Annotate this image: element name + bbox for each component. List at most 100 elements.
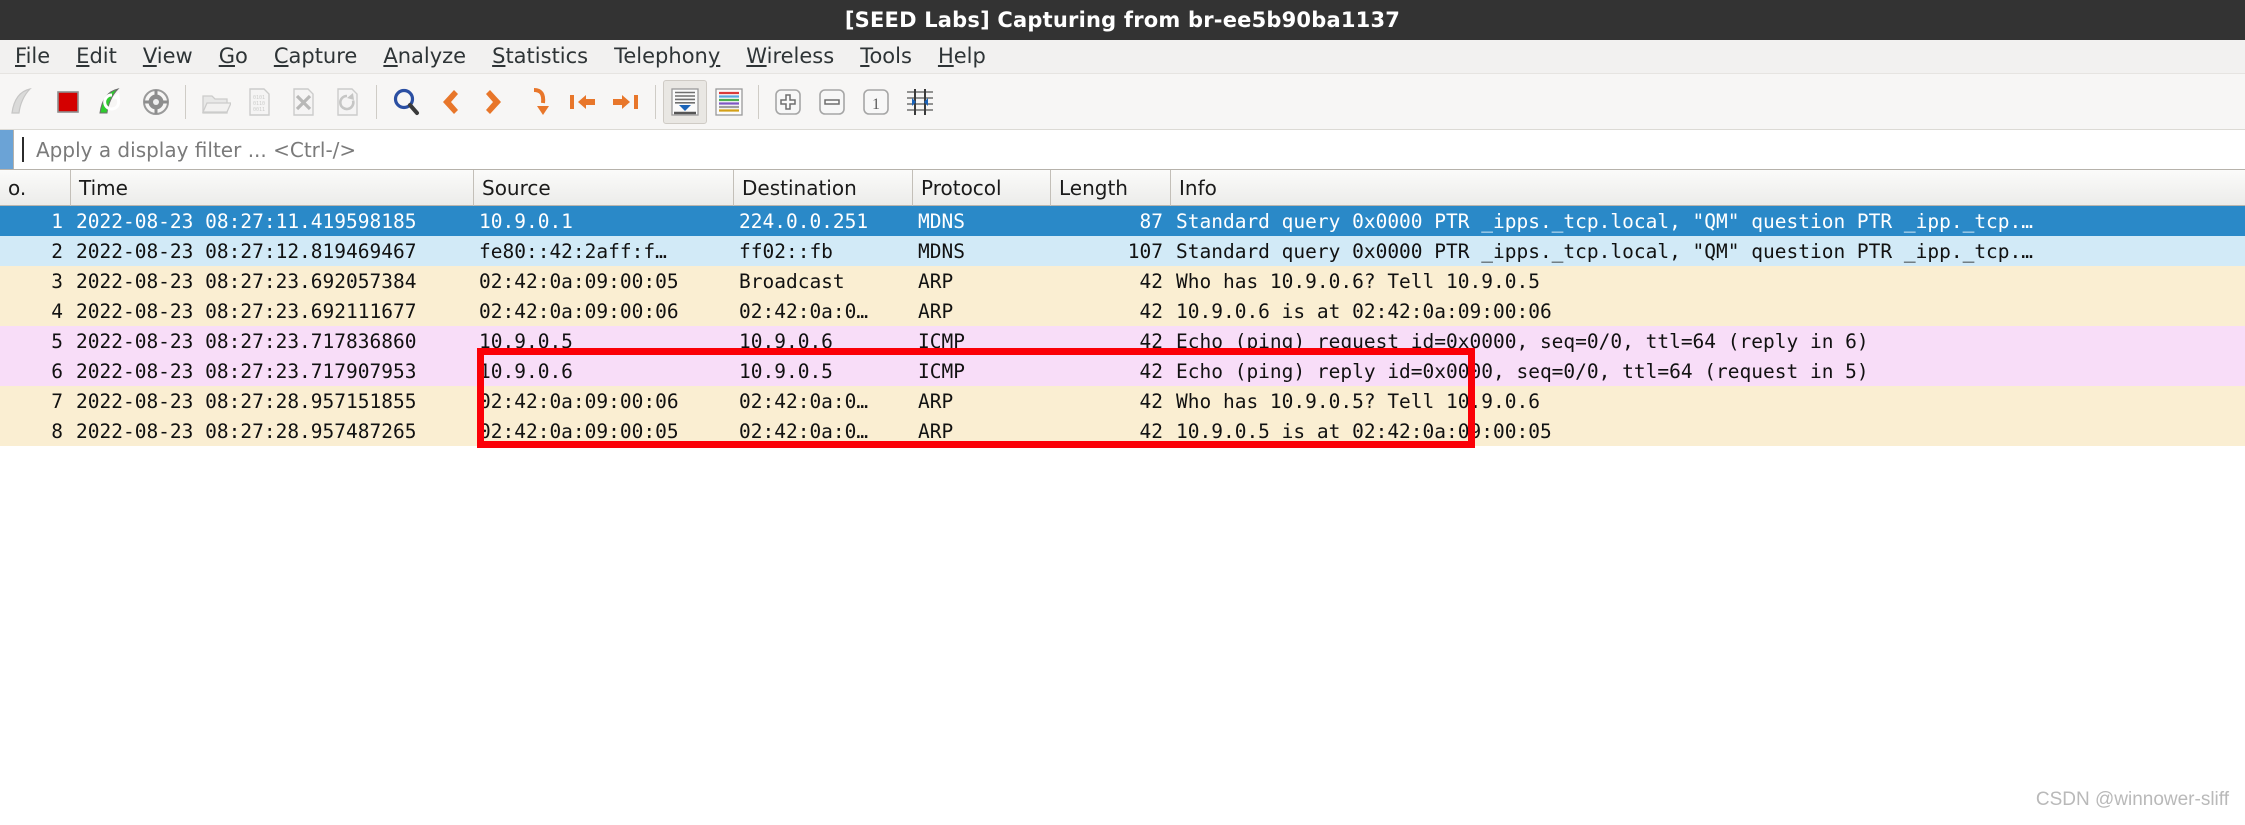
capture-options-icon[interactable]: [134, 80, 178, 124]
packet-cell-len: 42: [1139, 299, 1163, 323]
packet-cell-len: 87: [1139, 209, 1163, 233]
packet-cell-proto: MDNS: [918, 239, 965, 263]
packet-cell-info: Who has 10.9.0.6? Tell 10.9.0.5: [1176, 269, 1540, 293]
packet-cell-info: Standard query 0x0000 PTR _ipps._tcp.loc…: [1176, 209, 2034, 233]
watermark-text: CSDN @winnower-sliff: [2035, 789, 2229, 810]
packet-cell-no: 8: [51, 419, 63, 443]
packet-cell-proto: ICMP: [918, 359, 965, 383]
packet-row[interactable]: 5 2022-08-23 08:27:23.717836860 10.9.0.5 10…: [0, 326, 2245, 356]
packet-row[interactable]: 2 2022-08-23 08:27:12.819469467 fe80::42:2…: [0, 236, 2245, 266]
auto-scroll-icon[interactable]: [663, 79, 707, 124]
packet-cell-time: 2022-08-23 08:27:23.717836860: [76, 329, 417, 353]
packet-row[interactable]: 4 2022-08-23 08:27:23.692111677 02:42:0a:0…: [0, 296, 2245, 326]
go-forward-icon[interactable]: [472, 80, 516, 124]
packet-cell-dst: 10.9.0.6: [739, 329, 833, 353]
packet-cell-len: 42: [1139, 419, 1163, 443]
main-toolbar: 0101 0110 0011 1: [0, 74, 2245, 130]
packet-list-rows: 1 2022-08-23 08:27:11.419598185 10.9.0.1 22…: [0, 206, 2245, 446]
packet-cell-proto: ARP: [918, 269, 954, 293]
reload-file-icon: [325, 80, 369, 124]
toolbar-separator: [185, 84, 186, 119]
menu-item-telephony[interactable]: Telephony: [601, 42, 733, 71]
packet-detail-blank-area: [0, 478, 2245, 825]
go-back-icon[interactable]: [428, 80, 472, 124]
column-header-src[interactable]: Source: [473, 169, 733, 206]
packet-cell-src: 02:42:0a:09:00:05: [479, 269, 679, 293]
window-titlebar: [SEED Labs] Capturing from br-ee5b90ba11…: [0, 0, 2245, 40]
start-capture-icon: [2, 80, 46, 124]
menu-item-view[interactable]: View: [130, 42, 206, 71]
column-header-time[interactable]: Time: [70, 169, 473, 206]
column-header-len[interactable]: Length: [1050, 169, 1170, 206]
menu-item-go[interactable]: Go: [206, 42, 261, 71]
menu-item-tools[interactable]: Tools: [847, 42, 925, 71]
column-header-info[interactable]: Info: [1170, 169, 2245, 206]
toolbar-separator: [758, 84, 759, 119]
packet-cell-time: 2022-08-23 08:27:28.957487265: [76, 419, 417, 443]
packet-cell-src: 02:42:0a:09:00:06: [479, 299, 679, 323]
save-file-icon: 0101 0110 0011: [237, 80, 281, 124]
menu-item-capture[interactable]: Capture: [261, 42, 371, 71]
close-file-icon: [281, 80, 325, 124]
packet-cell-dst: 10.9.0.5: [739, 359, 833, 383]
packet-row[interactable]: 8 2022-08-23 08:27:28.957487265 02:42:0a:0…: [0, 416, 2245, 446]
packet-cell-no: 4: [51, 299, 63, 323]
packet-cell-dst: 02:42:0a:0…: [739, 299, 869, 323]
menu-item-edit[interactable]: Edit: [63, 42, 130, 71]
zoom-in-icon[interactable]: [766, 80, 810, 124]
packet-cell-src: 10.9.0.5: [479, 329, 573, 353]
restart-capture-icon[interactable]: [90, 80, 134, 124]
packet-list: o. Time Source Destination Protocol Length Inf…: [0, 169, 2245, 446]
column-header-dst[interactable]: Destination: [733, 169, 912, 206]
go-to-packet-icon[interactable]: [516, 80, 560, 124]
svg-text:1: 1: [872, 96, 880, 113]
toolbar-separator: [655, 84, 656, 119]
go-to-first-packet-icon[interactable]: [560, 80, 604, 124]
go-to-last-packet-icon[interactable]: [604, 80, 648, 124]
packet-cell-no: 2: [51, 239, 63, 263]
filter-bookmark-icon[interactable]: [0, 130, 14, 169]
find-packet-icon[interactable]: [384, 80, 428, 124]
packet-row[interactable]: 3 2022-08-23 08:27:23.692057384 02:42:0a:0…: [0, 266, 2245, 296]
packet-cell-dst: ff02::fb: [739, 239, 833, 263]
packet-cell-no: 3: [51, 269, 63, 293]
packet-list-header[interactable]: o. Time Source Destination Protocol Length Inf…: [0, 169, 2245, 206]
packet-row[interactable]: 7 2022-08-23 08:27:28.957151855 02:42:0a:0…: [0, 386, 2245, 416]
packet-cell-dst: 224.0.0.251: [739, 209, 869, 233]
packet-cell-dst: 02:42:0a:0…: [739, 389, 869, 413]
packet-cell-time: 2022-08-23 08:27:23.717907953: [76, 359, 417, 383]
packet-cell-no: 5: [51, 329, 63, 353]
menu-item-wireless[interactable]: Wireless: [733, 42, 847, 71]
menu-item-statistics[interactable]: Statistics: [479, 42, 601, 71]
menu-item-file[interactable]: File: [2, 42, 63, 71]
packet-cell-proto: ICMP: [918, 329, 965, 353]
wireshark-window: [SEED Labs] Capturing from br-ee5b90ba11…: [0, 0, 2245, 825]
packet-cell-info: Echo (ping) reply id=0x0000, seq=0/0, tt…: [1176, 359, 1869, 383]
packet-cell-time: 2022-08-23 08:27:23.692111677: [76, 299, 417, 323]
packet-cell-len: 42: [1139, 389, 1163, 413]
stop-capture-icon[interactable]: [46, 80, 90, 124]
packet-cell-time: 2022-08-23 08:27:11.419598185: [76, 209, 417, 233]
packet-cell-time: 2022-08-23 08:27:28.957151855: [76, 389, 417, 413]
packet-cell-len: 107: [1127, 239, 1163, 263]
display-filter-input[interactable]: [24, 130, 2245, 169]
menu-item-analyze[interactable]: Analyze: [370, 42, 479, 71]
zoom-reset-icon[interactable]: 1: [854, 80, 898, 124]
packet-cell-info: 10.9.0.6 is at 02:42:0a:09:00:06: [1176, 299, 1552, 323]
open-file-icon: [193, 80, 237, 124]
packet-cell-info: Who has 10.9.0.5? Tell 10.9.0.6: [1176, 389, 1540, 413]
packet-cell-src: 02:42:0a:09:00:06: [479, 389, 679, 413]
zoom-out-icon[interactable]: [810, 80, 854, 124]
display-filter-bar[interactable]: [0, 130, 2245, 170]
menu-item-help[interactable]: Help: [925, 42, 999, 71]
colorize-packets-icon[interactable]: [707, 80, 751, 124]
packet-cell-no: 6: [51, 359, 63, 383]
packet-row[interactable]: 6 2022-08-23 08:27:23.717907953 10.9.0.6 10…: [0, 356, 2245, 386]
packet-cell-no: 1: [51, 209, 63, 233]
packet-row[interactable]: 1 2022-08-23 08:27:11.419598185 10.9.0.1 22…: [0, 206, 2245, 236]
column-header-proto[interactable]: Protocol: [912, 169, 1050, 206]
packet-cell-len: 42: [1139, 329, 1163, 353]
packet-cell-src: 10.9.0.6: [479, 359, 573, 383]
resize-columns-icon[interactable]: [898, 80, 942, 124]
column-header-no[interactable]: o.: [0, 170, 70, 206]
